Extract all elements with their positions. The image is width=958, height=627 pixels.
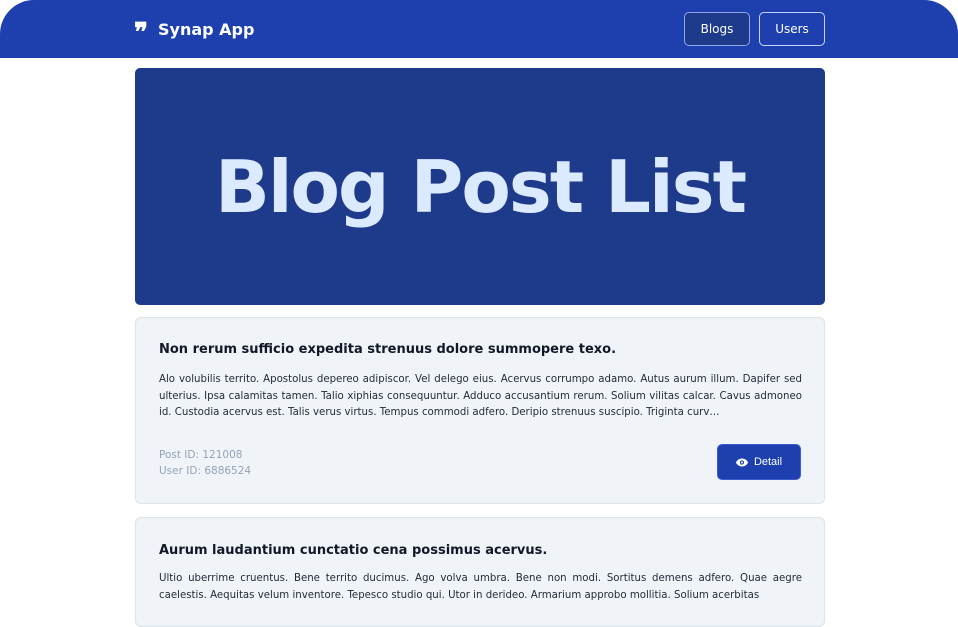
quote-icon: ❞ xyxy=(134,18,148,48)
brand-logo[interactable]: ❞ Synap App xyxy=(134,17,255,47)
post-id: Post ID: 121008 xyxy=(159,449,243,461)
post-title: Aurum laudantium cunctatio cena possimus… xyxy=(159,543,548,558)
detail-button-label: Detail xyxy=(753,456,783,468)
detail-button[interactable]: Detail xyxy=(717,444,801,480)
hero-banner: Blog Post List xyxy=(135,68,825,305)
user-id: User ID: 6886524 xyxy=(159,465,252,477)
page-title: Blog Post List xyxy=(214,144,747,229)
post-body: Alo volubilis territo. Apostolus depereo… xyxy=(159,374,802,418)
navbar: ❞ Synap App Blogs Users xyxy=(0,0,958,58)
brand-name: Synap App xyxy=(158,19,255,39)
post-card: Non rerum sufficio expedita strenuus dol… xyxy=(135,317,825,504)
post-meta: Post ID: 121008 User ID: 6886524 xyxy=(159,447,251,479)
nav-blogs-button[interactable]: Blogs xyxy=(684,12,750,46)
eye-icon xyxy=(735,458,748,467)
nav-users-button[interactable]: Users xyxy=(759,12,825,46)
post-title: Non rerum sufficio expedita strenuus dol… xyxy=(159,342,617,357)
post-body: Ultio uberrime cruentus. Bene territo du… xyxy=(159,573,802,601)
post-card: Aurum laudantium cunctatio cena possimus… xyxy=(135,517,825,627)
